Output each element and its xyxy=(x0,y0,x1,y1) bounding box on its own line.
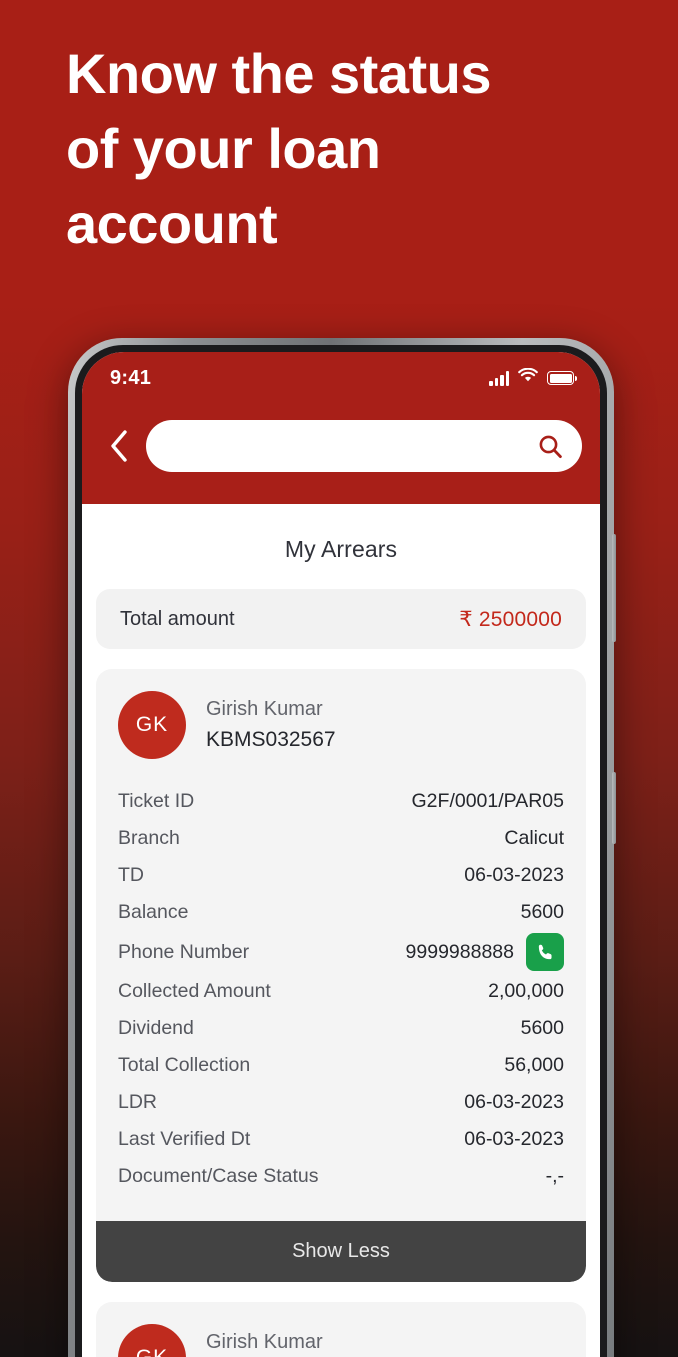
detail-value: 06-03-2023 xyxy=(464,864,564,886)
detail-label: Dividend xyxy=(118,1017,194,1039)
avatar: GK xyxy=(118,691,186,759)
search-input[interactable] xyxy=(168,434,537,458)
detail-label: Phone Number xyxy=(118,940,250,963)
detail-label: Total Collection xyxy=(118,1054,251,1076)
detail-value: G2F/0001/PAR05 xyxy=(411,790,564,812)
detail-label: TD xyxy=(118,864,144,886)
power-button[interactable] xyxy=(612,772,616,844)
detail-row: Collected Amount 2,00,000 xyxy=(118,973,564,1010)
page-title: My Arrears xyxy=(284,536,398,562)
search-row xyxy=(82,410,600,482)
detail-row: Phone Number 9999988888 xyxy=(118,931,564,973)
app-header: 9:41 xyxy=(82,352,600,504)
call-button[interactable] xyxy=(526,933,564,971)
detail-label: Document/Case Status xyxy=(118,1165,319,1187)
account-identity: Girish KumarKBMS032567 xyxy=(206,1331,336,1357)
detail-label: Balance xyxy=(118,901,189,923)
detail-value: Calicut xyxy=(504,827,564,849)
search-icon[interactable] xyxy=(537,433,564,460)
detail-value: 5600 xyxy=(520,1017,564,1039)
detail-label: LDR xyxy=(118,1091,158,1113)
detail-label: Last Verified Dt xyxy=(118,1128,251,1150)
screen-content: My Arrears Total amount ₹ 2500000 GK Giri… xyxy=(82,504,600,1357)
detail-value: 06-03-2023 xyxy=(464,1128,564,1150)
account-name: Girish Kumar xyxy=(206,1331,323,1353)
status-bar-time: 9:41 xyxy=(110,366,152,389)
phone-screen: 9:41 My Arrears Total amount ₹ 2500000 G… xyxy=(82,352,600,1357)
detail-row: Total Collection 56,000 xyxy=(118,1047,564,1084)
account-identity: Girish Kumar KBMS032567 xyxy=(206,698,336,752)
account-name: Girish Kumar xyxy=(206,698,323,720)
account-card-header: GK Girish Kumar KBMS032567 xyxy=(96,669,586,777)
account-card-header: GK Girish KumarKBMS032567 xyxy=(96,1302,586,1357)
detail-row: Document/Case Status -,- xyxy=(118,1158,564,1195)
detail-label: Branch xyxy=(118,827,180,849)
phone-value-cell: 9999988888 xyxy=(406,933,564,971)
volume-button[interactable] xyxy=(612,534,616,642)
poster-canvas: Know the status of your loan account 9:4… xyxy=(0,0,678,1357)
detail-value: 56,000 xyxy=(504,1054,564,1076)
page-headline: Know the status of your loan account xyxy=(66,42,491,255)
detail-value: -,- xyxy=(545,1165,564,1187)
account-list: GK Girish Kumar KBMS032567 Ticket ID G2F/000… xyxy=(96,669,586,1357)
search-field[interactable] xyxy=(146,420,582,472)
status-bar: 9:41 xyxy=(82,352,600,404)
detail-row: Branch Calicut xyxy=(118,820,564,857)
total-amount-value: ₹ 2500000 xyxy=(459,607,562,631)
detail-value: 2,00,000 xyxy=(488,980,564,1002)
total-amount-card: Total amount ₹ 2500000 xyxy=(96,589,586,649)
account-card[interactable]: GK Girish KumarKBMS032567 xyxy=(96,1302,586,1357)
phone-call-icon xyxy=(538,944,552,959)
detail-row: Dividend 5600 xyxy=(118,1010,564,1047)
detail-value: 9999988888 xyxy=(405,940,514,963)
account-detail-rows: Ticket ID G2F/0001/PAR05 Branch Calicut TD 06… xyxy=(96,777,586,1207)
avatar: GK xyxy=(118,1324,186,1357)
battery-full-icon xyxy=(547,371,577,385)
wifi-icon xyxy=(518,367,538,388)
detail-value: 5600 xyxy=(520,901,564,923)
account-code: KBMS032567 xyxy=(206,728,336,751)
detail-row: TD 06-03-2023 xyxy=(118,857,564,894)
total-amount-label: Total amount xyxy=(120,607,235,630)
account-card[interactable]: GK Girish Kumar KBMS032567 Ticket ID G2F/000… xyxy=(96,669,586,1282)
detail-label: Collected Amount xyxy=(118,980,271,1002)
detail-row: Balance 5600 xyxy=(118,894,564,931)
show-less-button[interactable]: Show Less xyxy=(96,1221,586,1282)
back-button[interactable] xyxy=(96,423,142,469)
phone-device-frame: 9:41 My Arrears Total amount ₹ 2500000 G… xyxy=(68,338,616,1357)
detail-row: LDR 06-03-2023 xyxy=(118,1084,564,1121)
phone-bezel: 9:41 My Arrears Total amount ₹ 2500000 G… xyxy=(75,345,607,1357)
detail-row: Last Verified Dt 06-03-2023 xyxy=(118,1121,564,1158)
status-bar-icons xyxy=(489,367,577,388)
detail-value: 06-03-2023 xyxy=(464,1091,564,1113)
detail-row: Ticket ID G2F/0001/PAR05 xyxy=(118,783,564,820)
signal-bars-icon xyxy=(489,370,509,386)
detail-label: Ticket ID xyxy=(118,790,195,812)
chevron-left-icon xyxy=(111,430,127,462)
